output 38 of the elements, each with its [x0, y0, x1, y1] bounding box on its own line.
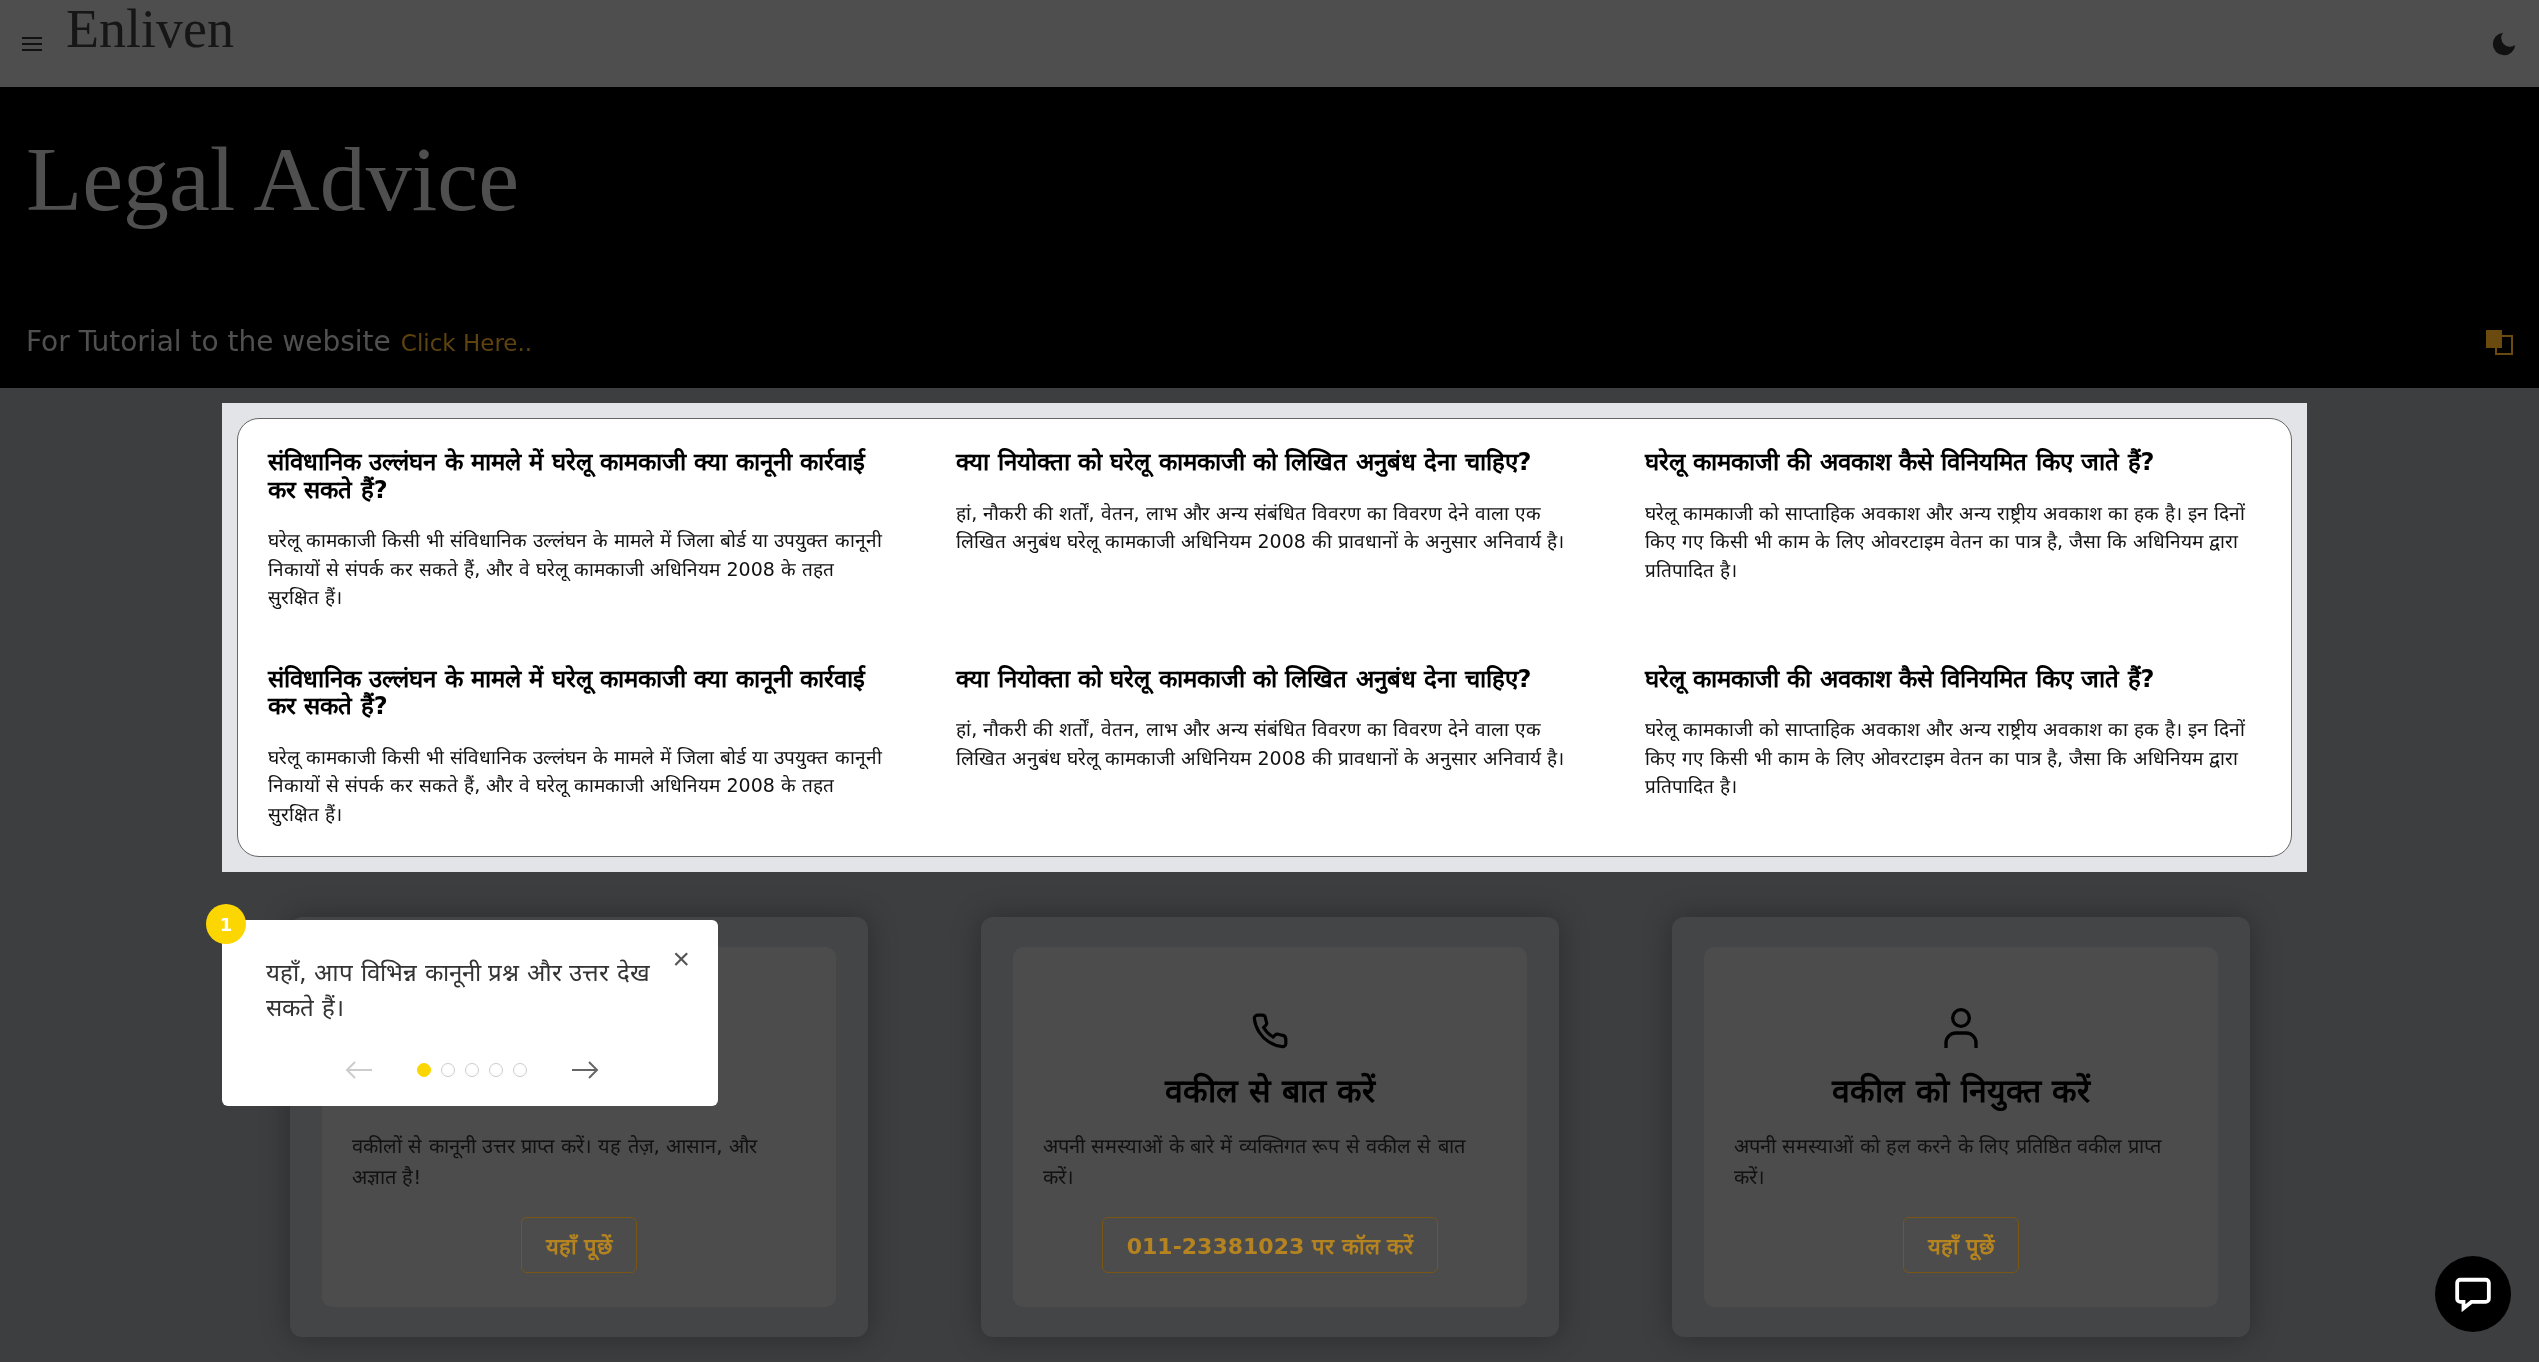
faq-question: संविधानिक उल्लंघन के मामले में घरेलू कामकाजी क्या कानूनी कार्रवाई कर सकते हैं? [268, 665, 867, 721]
service-button[interactable]: यहाँ पूछें [520, 1217, 638, 1274]
service-description: अपनी समस्याओं के बारे में व्यक्तिगत रूप से वकील से बात करें। [1043, 1133, 1467, 1192]
faq-answer: घरेलू कामकाजी किसी भी संविधानिक उल्लंघन के मामले में जिला बोर्ड या उपयुक्त कानूनी निकायों से संपर्क कर सकते हैं, और वे घरेलू कामकाजी अधिनियम 2008 के तहत सुरक्षित हैं। [268, 528, 883, 611]
faq-answer: घरेलू कामकाजी किसी भी संविधानिक उल्लंघन के मामले में जिला बोर्ड या उपयुक्त कानूनी निकायों से संपर्क कर सकते हैं, और वे घरेलू कामकाजी अधिनियम 2008 के तहत सुरक्षित हैं। [268, 744, 883, 828]
translate-icon[interactable] [2485, 327, 2513, 356]
step-dot[interactable] [441, 1062, 455, 1077]
tour-text: यहाँ, आप विभिन्न कानूनी प्रश्न और उत्तर देख सकते हैं। [266, 958, 652, 1024]
step-dot[interactable] [513, 1062, 527, 1077]
next-arrow-icon[interactable] [571, 1059, 599, 1080]
back-arrow-icon[interactable] [345, 1059, 373, 1080]
faq-question: क्या नियोक्ता को घरेलू कामकाजी को लिखित अनुबंध देना चाहिए? [956, 665, 1533, 694]
close-button[interactable]: × [672, 944, 690, 974]
logo: Enliven [66, 1, 234, 56]
step-dot[interactable] [489, 1062, 503, 1077]
faq-answer: घरेलू कामकाजी को साप्ताहिक अवकाश और अन्य राष्ट्रीय अवकाश का हक है। इन दिनों किए गए किसी भी काम के लिए ओवरटाइम वेतन का पात्र है, जैसा कि अधिनियम द्वारा प्रतिपादित है। [1644, 717, 2247, 800]
faq-question: घरेलू कामकाजी की अवकाश कैसे विनियमित किए जाते हैं? [1644, 665, 2156, 694]
faq-answer: घरेलू कामकाजी को साप्ताहिक अवकाश और अन्य राष्ट्रीय अवकाश का हक है। इन दिनों किए गए किसी भी काम के लिए ओवरटाइम वेतन का पात्र है, जैसा कि अधिनियम द्वारा प्रतिपादित है। [1644, 500, 2247, 583]
faq-question: संविधानिक उल्लंघन के मामले में घरेलू कामकाजी क्या कानूनी कार्रवाई कर सकते हैं? [268, 449, 867, 505]
faq-question: क्या नियोक्ता को घरेलू कामकाजी को लिखित अनुबंध देना चाहिए? [956, 449, 1533, 477]
menu-icon[interactable] [22, 35, 42, 52]
step-dot[interactable] [417, 1062, 431, 1077]
faq-answer: हां, नौकरी की शर्तों, वेतन, लाभ और अन्य संबंधित विवरण का विवरण देने वाला एक लिखित अनुबंध घरेलू कामकाजी अधिनियम 2008 की प्रावधानों के अनुसार अनिवार्य है। [956, 717, 1566, 772]
chat-icon [2454, 1276, 2492, 1312]
tutorial-link[interactable]: Click Here.. [400, 330, 533, 356]
service-description: अपनी समस्याओं को हल करने के लिए प्रतिष्ठित वकील प्राप्त करें। [1734, 1133, 2163, 1192]
service-button[interactable]: 011-23381023 पर कॉल करें [1101, 1217, 1439, 1274]
step-dot[interactable] [465, 1062, 479, 1077]
tutorial-text: For Tutorial to the website Click Here.. [26, 325, 533, 358]
faq-question: घरेलू कामकाजी की अवकाश कैसे विनियमित किए जाते हैं? [1644, 449, 2156, 477]
service-title: वकील से बात करें [1164, 1071, 1376, 1112]
service-title: वकील को नियुक्त करें [1832, 1071, 2090, 1112]
service-button[interactable]: यहाँ पूछें [1902, 1217, 2020, 1274]
phone-icon [1251, 1012, 1289, 1051]
person-icon [1941, 1006, 1981, 1051]
step-badge: 1 [206, 904, 246, 944]
faq-answer: हां, नौकरी की शर्तों, वेतन, लाभ और अन्य संबंधित विवरण का विवरण देने वाला एक लिखित अनुबंध घरेलू कामकाजी अधिनियम 2008 की प्रावधानों के अनुसार अनिवार्य है। [956, 500, 1566, 555]
service-description: वकीलों से कानूनी उत्तर प्राप्त करें। यह तेज़, आसान, और अज्ञात है! [352, 1133, 759, 1192]
